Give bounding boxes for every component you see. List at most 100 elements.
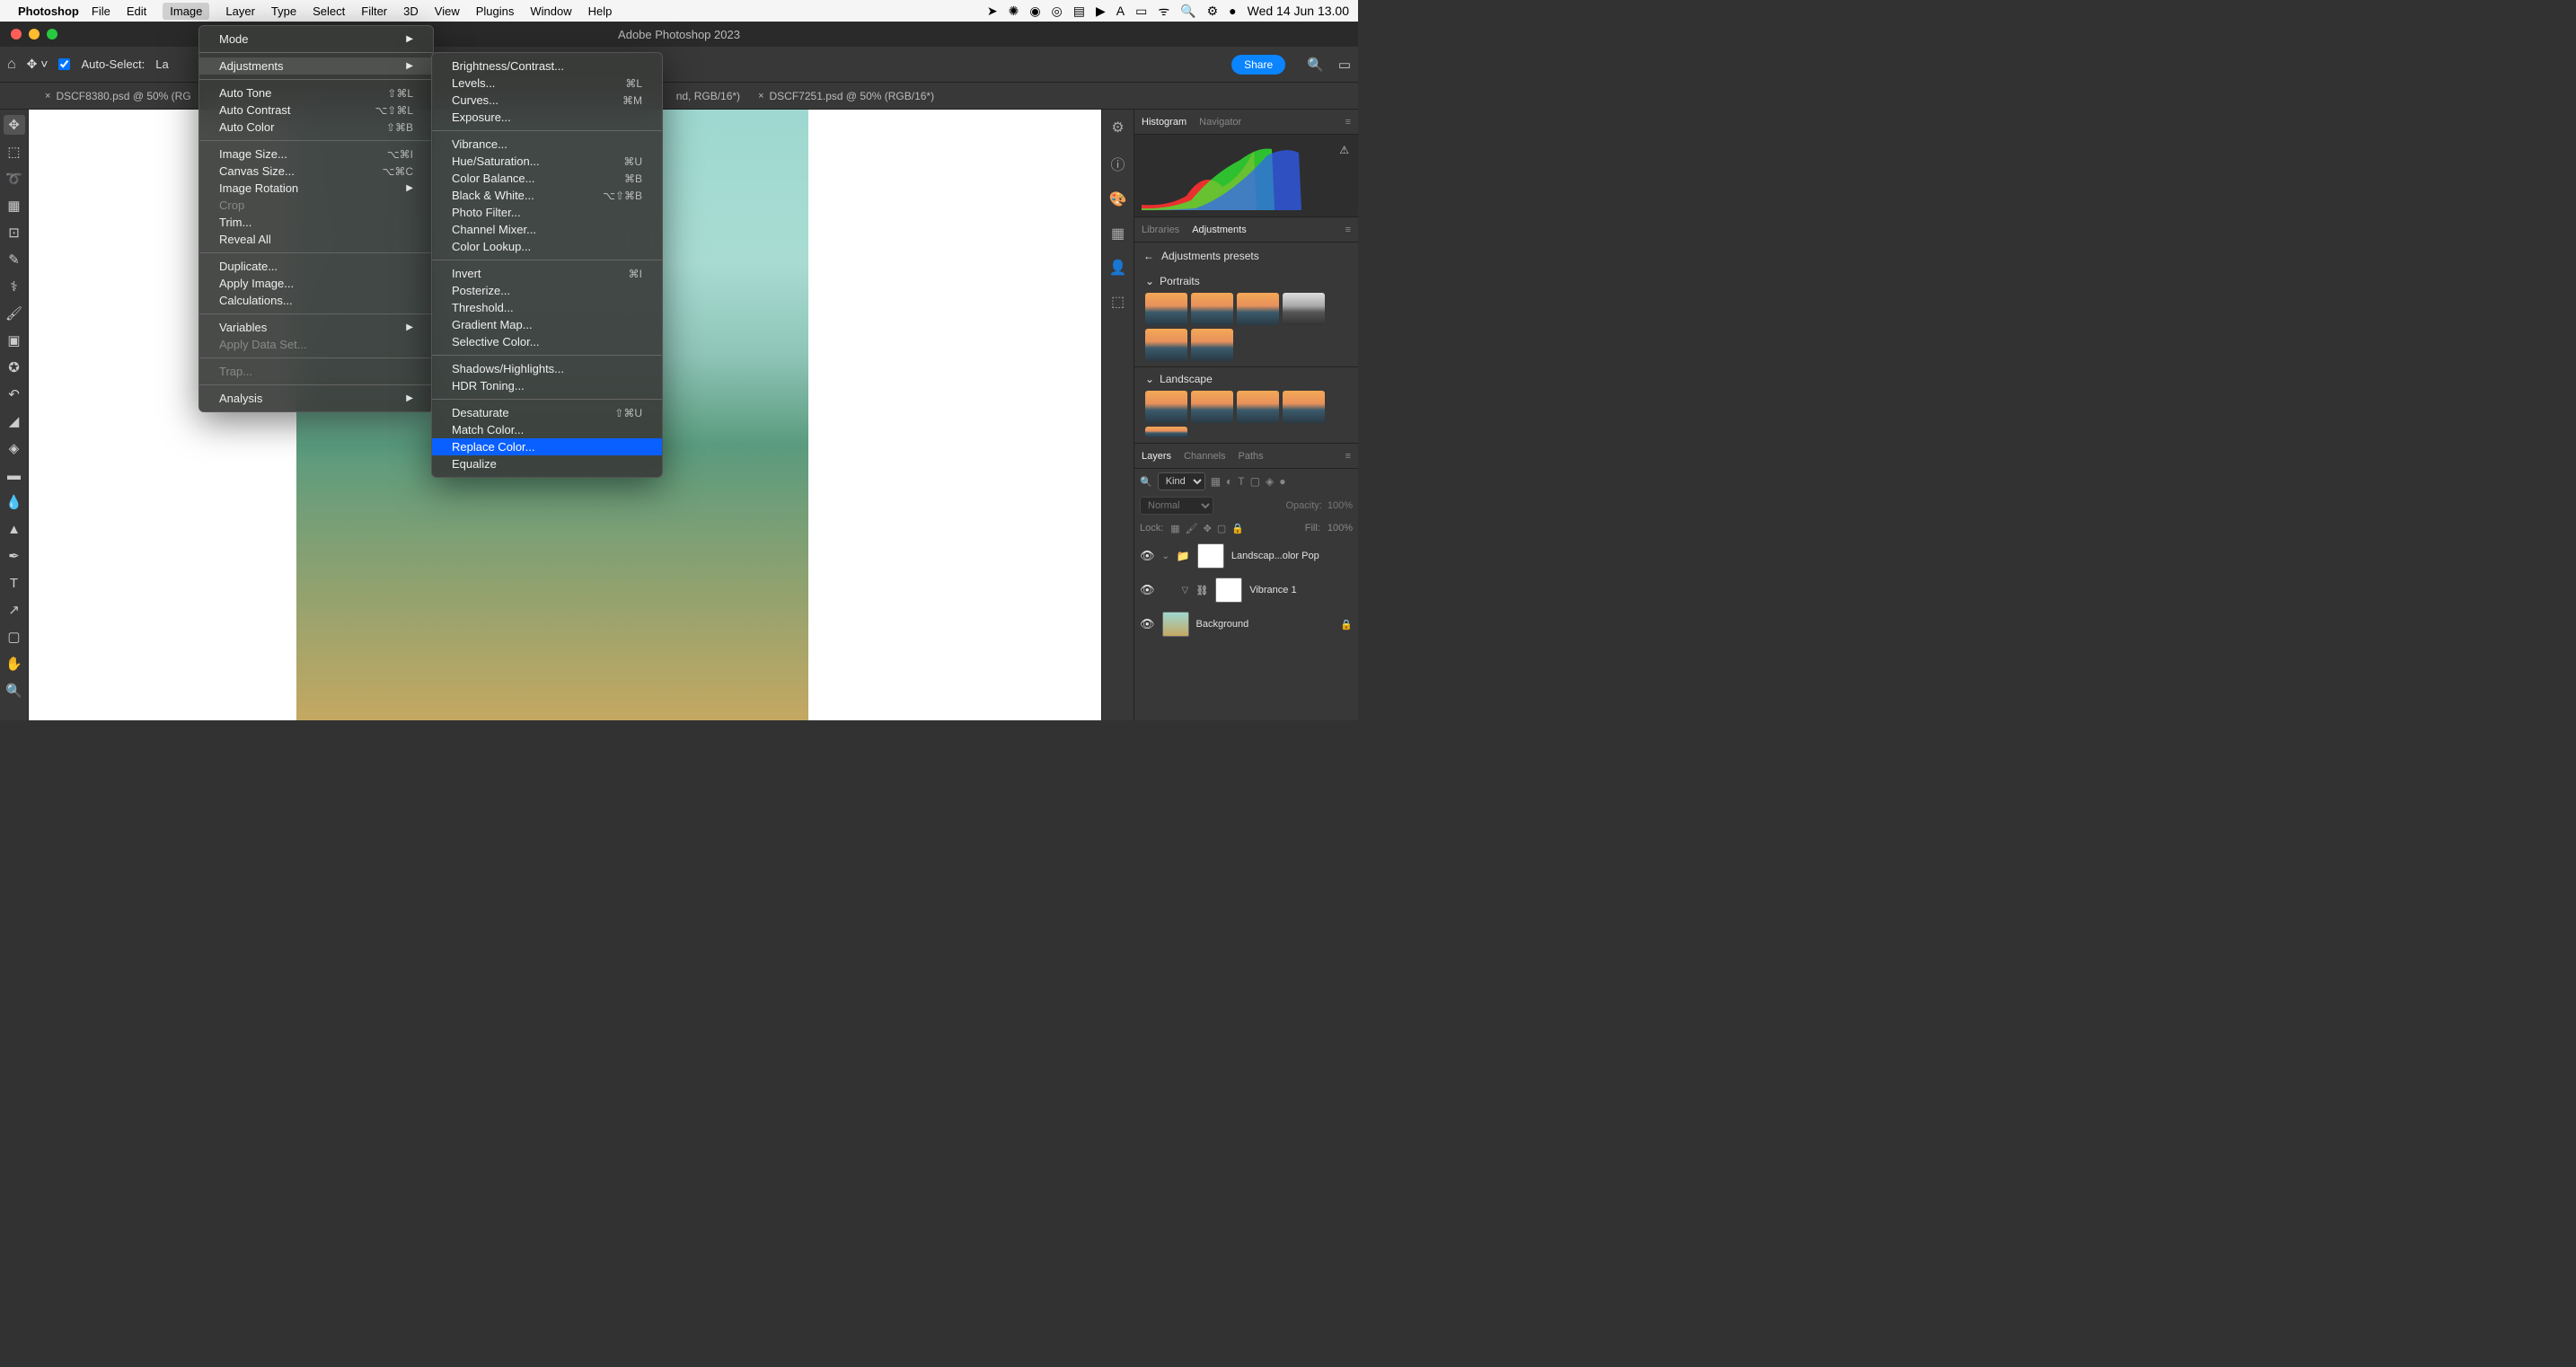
frame-tool[interactable]: ▣ bbox=[4, 331, 25, 350]
search-icon[interactable]: 🔍 bbox=[1307, 57, 1324, 73]
opacity-value[interactable]: 100% bbox=[1328, 500, 1353, 511]
lock-pixels-icon[interactable]: 🖌 bbox=[1186, 523, 1198, 534]
menu-layer[interactable]: Layer bbox=[225, 4, 255, 18]
preset-thumb[interactable] bbox=[1191, 293, 1233, 325]
menu-edit[interactable]: Edit bbox=[127, 4, 146, 18]
close-icon[interactable]: × bbox=[45, 91, 50, 101]
menu-item-black-white[interactable]: Black & White...⌥⇧⌘B bbox=[432, 187, 662, 204]
menu-item-replace-color[interactable]: Replace Color... bbox=[432, 438, 662, 455]
warning-icon[interactable]: ⚠ bbox=[1339, 144, 1349, 156]
home-icon[interactable]: ⌂ bbox=[7, 57, 16, 73]
menu-type[interactable]: Type bbox=[271, 4, 296, 18]
move-tool-icon[interactable]: ✥ ˅ bbox=[27, 57, 49, 72]
status-icon[interactable]: A bbox=[1116, 4, 1125, 18]
shape-tool[interactable]: ▢ bbox=[4, 627, 25, 647]
clock[interactable]: Wed 14 Jun 13.00 bbox=[1248, 4, 1349, 18]
menu-select[interactable]: Select bbox=[313, 4, 345, 18]
menu-help[interactable]: Help bbox=[588, 4, 613, 18]
layer-row[interactable]: 👁 Background 🔒 bbox=[1134, 607, 1358, 641]
menu-item-auto-tone[interactable]: Auto Tone⇧⌘L bbox=[199, 84, 433, 101]
menu-item-levels[interactable]: Levels...⌘L bbox=[432, 75, 662, 92]
menu-item-apply-image[interactable]: Apply Image... bbox=[199, 275, 433, 292]
menu-item-vibrance[interactable]: Vibrance... bbox=[432, 136, 662, 153]
move-tool[interactable]: ✥ bbox=[4, 115, 25, 135]
menu-window[interactable]: Window bbox=[530, 4, 571, 18]
menu-item-trim[interactable]: Trim... bbox=[199, 214, 433, 231]
layer-name[interactable]: Background bbox=[1196, 619, 1249, 630]
panel-icon[interactable]: ⓘ bbox=[1110, 153, 1125, 174]
layer-name[interactable]: Landscap...olor Pop bbox=[1231, 551, 1319, 561]
status-icon[interactable]: ➤ bbox=[987, 4, 998, 19]
brush-tool[interactable]: 🖌 bbox=[4, 304, 25, 323]
hand-tool[interactable]: ✋ bbox=[4, 654, 25, 674]
menu-item-selective-color[interactable]: Selective Color... bbox=[432, 333, 662, 350]
clone-stamp-tool[interactable]: ✪ bbox=[4, 357, 25, 377]
menu-item-color-balance[interactable]: Color Balance...⌘B bbox=[432, 170, 662, 187]
menu-item-posterize[interactable]: Posterize... bbox=[432, 282, 662, 299]
menu-item-invert[interactable]: Invert⌘I bbox=[432, 265, 662, 282]
siri-icon[interactable]: ● bbox=[1229, 4, 1236, 18]
close-icon[interactable]: × bbox=[758, 91, 763, 101]
preset-thumb[interactable] bbox=[1145, 391, 1187, 423]
lock-position-icon[interactable]: ✥ bbox=[1204, 523, 1212, 534]
preset-thumb[interactable] bbox=[1145, 329, 1187, 361]
menu-item-canvas-size[interactable]: Canvas Size...⌥⌘C bbox=[199, 163, 433, 180]
search-icon[interactable]: 🔍 bbox=[1140, 476, 1152, 488]
gradient-tool[interactable]: ▬ bbox=[4, 465, 25, 485]
auto-select-checkbox[interactable] bbox=[58, 58, 70, 70]
menu-item-auto-color[interactable]: Auto Color⇧⌘B bbox=[199, 119, 433, 136]
menu-image[interactable]: Image bbox=[163, 3, 209, 20]
tab-histogram[interactable]: Histogram bbox=[1142, 117, 1187, 128]
filter-adjust-icon[interactable]: ◐ bbox=[1226, 475, 1232, 488]
tab-channels[interactable]: Channels bbox=[1184, 451, 1225, 462]
battery-icon[interactable]: ▭ bbox=[1135, 4, 1147, 19]
lasso-tool[interactable]: ➰ bbox=[4, 169, 25, 189]
menu-item-channel-mixer[interactable]: Channel Mixer... bbox=[432, 221, 662, 238]
eyedropper-tool[interactable]: ✎ bbox=[4, 250, 25, 269]
menu-item-brightness-contrast[interactable]: Brightness/Contrast... bbox=[432, 57, 662, 75]
preset-thumb[interactable] bbox=[1191, 391, 1233, 423]
status-icon[interactable]: ▶ bbox=[1096, 4, 1106, 19]
preset-thumb[interactable] bbox=[1191, 329, 1233, 361]
fill-value[interactable]: 100% bbox=[1328, 523, 1353, 534]
preset-thumb[interactable] bbox=[1237, 391, 1279, 423]
back-arrow-icon[interactable]: ← bbox=[1143, 250, 1154, 262]
document-tab[interactable]: nd, RGB/16*) bbox=[667, 90, 749, 102]
preset-thumb[interactable] bbox=[1145, 293, 1187, 325]
visibility-icon[interactable]: 👁 bbox=[1140, 583, 1155, 597]
maximize-button[interactable] bbox=[47, 29, 57, 40]
control-center-icon[interactable]: ⚙ bbox=[1207, 4, 1219, 19]
preset-thumb[interactable] bbox=[1237, 293, 1279, 325]
menu-item-adjustments[interactable]: Adjustments▶ bbox=[199, 57, 433, 75]
menu-filter[interactable]: Filter bbox=[361, 4, 387, 18]
panel-icon[interactable]: 👤 bbox=[1109, 259, 1127, 277]
panel-menu-icon[interactable]: ≡ bbox=[1345, 117, 1351, 128]
menu-item-calculations[interactable]: Calculations... bbox=[199, 292, 433, 309]
menu-item-equalize[interactable]: Equalize bbox=[432, 455, 662, 472]
dodge-tool[interactable]: ▲ bbox=[4, 519, 25, 539]
visibility-icon[interactable]: 👁 bbox=[1140, 617, 1155, 631]
chevron-down-icon[interactable]: ⌄ bbox=[1162, 551, 1169, 561]
tab-navigator[interactable]: Navigator bbox=[1199, 117, 1241, 128]
crop-tool[interactable]: ⊡ bbox=[4, 223, 25, 243]
menu-item-match-color[interactable]: Match Color... bbox=[432, 421, 662, 438]
panel-icon[interactable]: 🎨 bbox=[1109, 190, 1127, 208]
minimize-button[interactable] bbox=[29, 29, 40, 40]
filter-pixel-icon[interactable]: ▦ bbox=[1211, 475, 1221, 488]
pen-tool[interactable]: ✒ bbox=[4, 546, 25, 566]
lock-transparency-icon[interactable]: ▦ bbox=[1170, 523, 1179, 534]
auto-select-dropdown[interactable]: La bbox=[155, 57, 168, 71]
tab-adjustments[interactable]: Adjustments bbox=[1192, 225, 1247, 235]
layer-row[interactable]: 👁 ⌄ 📁 Landscap...olor Pop bbox=[1134, 539, 1358, 573]
search-icon[interactable]: 🔍 bbox=[1180, 4, 1195, 19]
preset-thumb[interactable] bbox=[1145, 427, 1187, 437]
menu-item-auto-contrast[interactable]: Auto Contrast⌥⇧⌘L bbox=[199, 101, 433, 119]
tab-libraries[interactable]: Libraries bbox=[1142, 225, 1179, 235]
lock-all-icon[interactable]: 🔒 bbox=[1231, 523, 1244, 534]
menu-item-exposure[interactable]: Exposure... bbox=[432, 109, 662, 126]
preset-group-title[interactable]: ⌄ Portraits bbox=[1145, 275, 1347, 287]
preset-group-title[interactable]: ⌄ Landscape bbox=[1145, 373, 1347, 385]
adjustments-presets-header[interactable]: ← Adjustments presets bbox=[1134, 243, 1358, 269]
app-name[interactable]: Photoshop bbox=[18, 4, 79, 18]
menu-item-color-lookup[interactable]: Color Lookup... bbox=[432, 238, 662, 255]
